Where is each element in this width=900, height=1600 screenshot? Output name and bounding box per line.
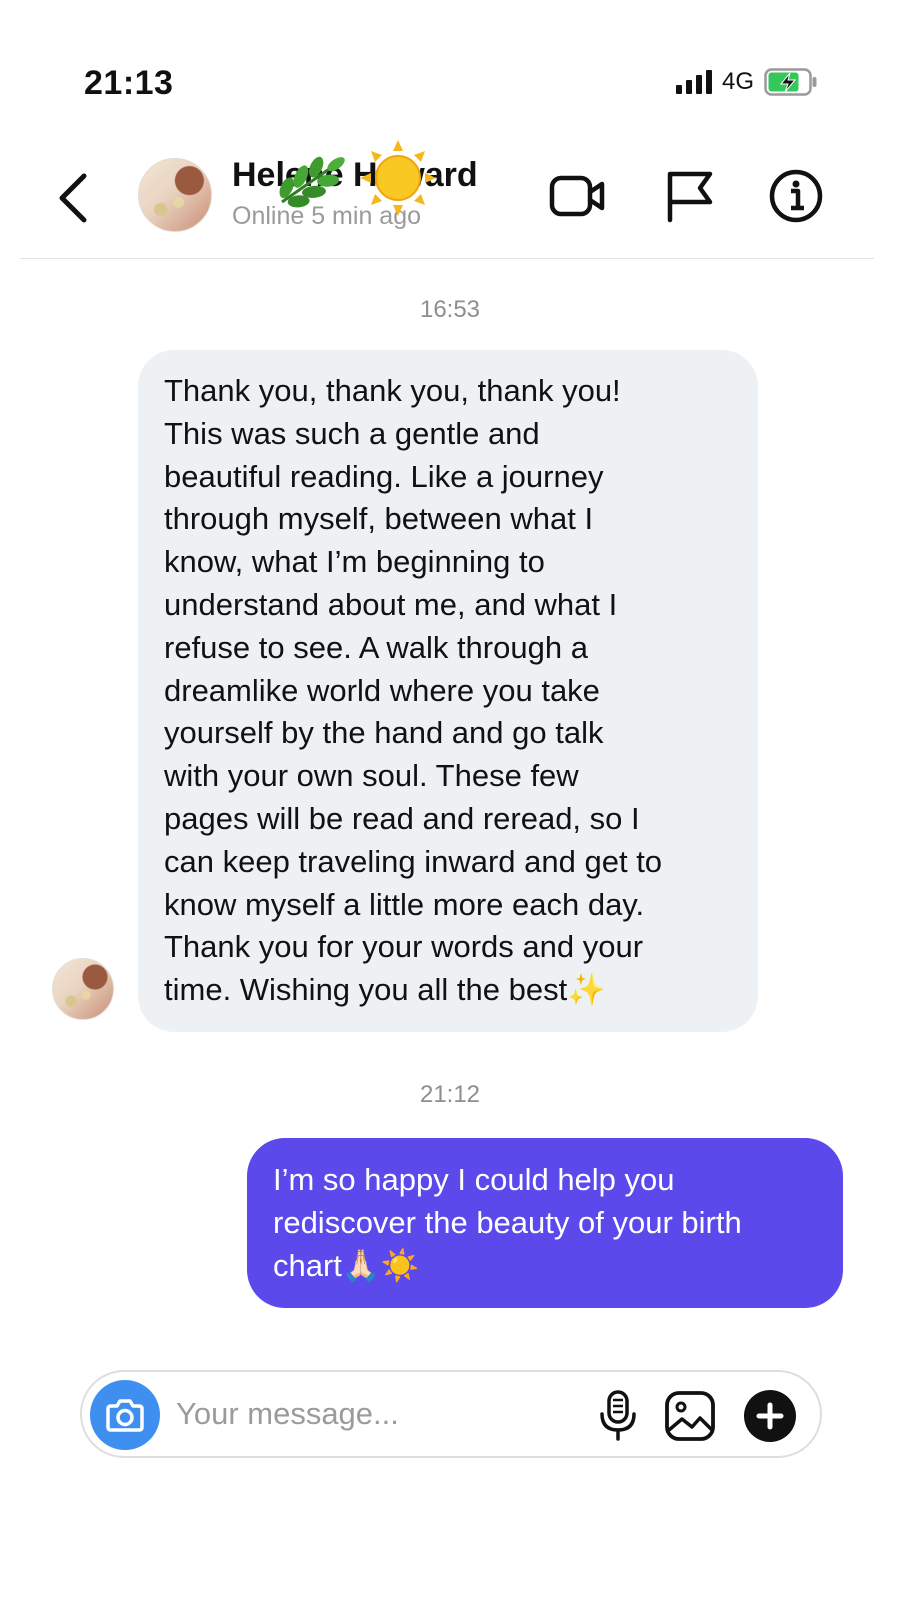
back-icon[interactable] [48,168,100,228]
microphone-icon[interactable] [590,1386,646,1444]
incoming-message-bubble[interactable]: Thank you, thank you, thank you! This wa… [138,350,758,1032]
video-camera-icon[interactable] [548,166,608,226]
camera-button[interactable] [90,1380,160,1450]
contact-name[interactable]: Helene Howard [232,156,478,195]
signal-strength-icon [675,70,712,94]
camera-icon [106,1399,144,1432]
message-timestamp: 21:12 [419,1081,481,1108]
outgoing-message-bubble[interactable]: I’m so happy I could help you rediscover… [247,1138,843,1308]
status-time: 21:13 [84,64,174,102]
battery-charging-icon [764,68,817,96]
gallery-icon[interactable] [662,1388,718,1444]
sender-avatar[interactable] [52,958,114,1020]
network-type: 4G [721,68,754,95]
info-icon[interactable] [766,166,826,226]
status-indicators: 4G [675,68,818,96]
flag-icon[interactable] [662,166,722,226]
add-button[interactable] [744,1390,796,1442]
message-input[interactable] [176,1386,566,1442]
chat-header: Helene Howard Online 5 min ago [0,140,900,258]
message-timestamp: 16:53 [419,296,481,323]
contact-avatar[interactable] [138,158,212,232]
contact-status: Online 5 min ago [232,202,422,230]
header-divider [20,258,874,259]
message-composer [80,1370,822,1458]
add-icon [756,1402,784,1430]
dm-chat-screen: 21:13 4G Helene Howard Online 5 min ago [0,0,900,1600]
status-bar: 21:13 4G [0,0,900,120]
